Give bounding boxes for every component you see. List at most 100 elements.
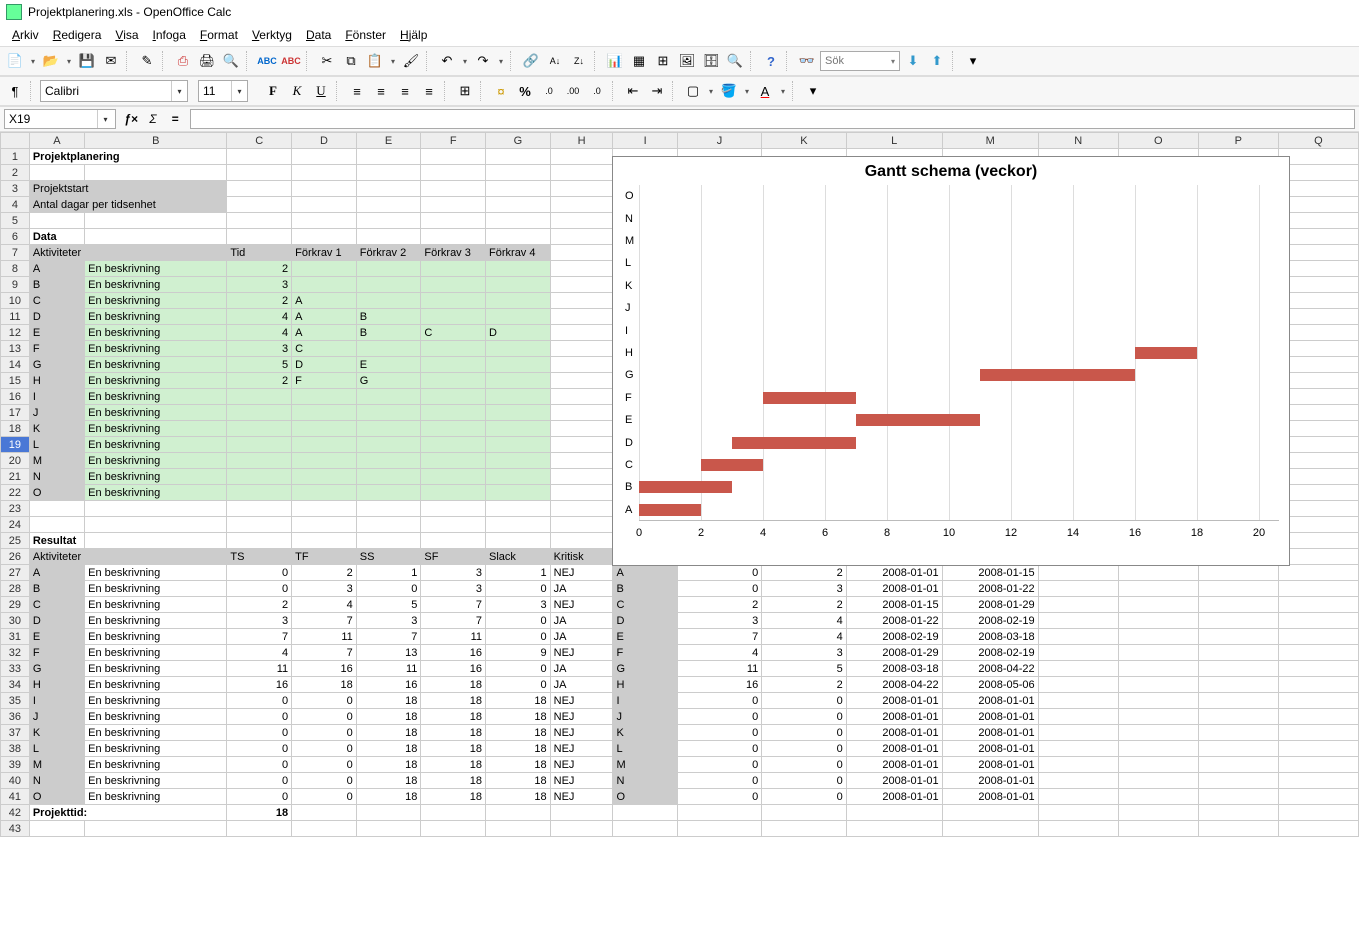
cell[interactable] — [1278, 437, 1358, 453]
cell[interactable] — [421, 501, 486, 517]
cell[interactable]: 2008-01-15 — [942, 565, 1038, 581]
cell[interactable]: 2008-01-22 — [942, 581, 1038, 597]
cell[interactable] — [486, 453, 551, 469]
cell[interactable] — [227, 821, 292, 837]
row-header-4[interactable]: 4 — [1, 197, 30, 213]
cell[interactable]: 18 — [356, 693, 421, 709]
cell[interactable] — [421, 437, 486, 453]
auto-spellcheck-icon[interactable]: ABC — [280, 50, 302, 72]
cell[interactable]: I — [613, 693, 677, 709]
cell[interactable]: Antal dagar per tidsenhet — [29, 197, 227, 213]
bold-icon[interactable]: F — [262, 80, 284, 102]
cell[interactable] — [550, 421, 613, 437]
cell[interactable] — [421, 165, 486, 181]
italic-icon[interactable]: K — [286, 80, 308, 102]
cell[interactable]: 18 — [356, 789, 421, 805]
cell[interactable]: 2008-01-01 — [942, 693, 1038, 709]
fontcolor-dropdown[interactable]: ▾ — [778, 80, 788, 102]
cell[interactable] — [1278, 325, 1358, 341]
cell[interactable]: 0 — [486, 581, 551, 597]
cell[interactable]: 0 — [762, 693, 846, 709]
cell[interactable]: En beskrivning — [85, 389, 227, 405]
cell[interactable]: 3 — [421, 581, 486, 597]
cell[interactable] — [1278, 629, 1358, 645]
cell[interactable]: JA — [550, 613, 613, 629]
cell[interactable]: 5 — [356, 597, 421, 613]
cell[interactable] — [421, 149, 486, 165]
cell[interactable]: 0 — [292, 773, 357, 789]
add-decimal-icon[interactable]: .00 — [562, 80, 584, 102]
cell[interactable] — [1278, 693, 1358, 709]
cell[interactable]: 18 — [486, 709, 551, 725]
cell[interactable] — [1118, 645, 1198, 661]
cell[interactable]: 0 — [292, 725, 357, 741]
cell[interactable] — [613, 805, 677, 821]
cell[interactable]: 0 — [677, 709, 761, 725]
cell[interactable]: F — [29, 341, 84, 357]
open-icon[interactable]: 📂 — [40, 50, 62, 72]
cell[interactable] — [486, 293, 551, 309]
cell[interactable]: 0 — [227, 709, 292, 725]
remove-decimal-icon[interactable]: .0 — [586, 80, 608, 102]
cell[interactable]: L — [613, 741, 677, 757]
row-header-19[interactable]: 19 — [1, 437, 30, 453]
cell[interactable] — [1278, 725, 1358, 741]
cell[interactable] — [421, 341, 486, 357]
cell[interactable]: 2008-01-01 — [942, 789, 1038, 805]
cell[interactable] — [1118, 741, 1198, 757]
cell[interactable]: 18 — [421, 693, 486, 709]
cell[interactable]: 16 — [356, 677, 421, 693]
cell[interactable] — [1198, 661, 1278, 677]
email-icon[interactable]: ✉ — [100, 50, 122, 72]
row-header-35[interactable]: 35 — [1, 693, 30, 709]
cell[interactable]: En beskrivning — [85, 357, 227, 373]
cell[interactable]: 11 — [292, 629, 357, 645]
cell[interactable] — [1118, 661, 1198, 677]
cell[interactable] — [421, 229, 486, 245]
cell[interactable] — [486, 197, 551, 213]
cell[interactable]: 3 — [677, 613, 761, 629]
cell[interactable] — [846, 805, 942, 821]
cell[interactable] — [550, 485, 613, 501]
cell[interactable]: 4 — [292, 597, 357, 613]
cell[interactable] — [356, 341, 421, 357]
cell[interactable] — [1278, 373, 1358, 389]
cell[interactable]: 18 — [356, 757, 421, 773]
menu-data[interactable]: Data — [300, 26, 337, 44]
cell[interactable]: En beskrivning — [85, 789, 227, 805]
cell[interactable] — [85, 517, 227, 533]
zoom-icon[interactable]: 🔍 — [724, 50, 746, 72]
col-header-I[interactable]: I — [613, 133, 677, 149]
cell[interactable] — [85, 245, 227, 261]
cell[interactable]: F — [613, 645, 677, 661]
cell[interactable] — [486, 277, 551, 293]
cell[interactable] — [227, 517, 292, 533]
cell[interactable] — [421, 821, 486, 837]
cell[interactable]: 3 — [227, 341, 292, 357]
row-header-29[interactable]: 29 — [1, 597, 30, 613]
cell[interactable]: 0 — [292, 693, 357, 709]
cell[interactable] — [1038, 821, 1118, 837]
cell[interactable]: En beskrivning — [85, 741, 227, 757]
cell[interactable]: SS — [356, 549, 421, 565]
cell[interactable]: 4 — [227, 325, 292, 341]
cell[interactable] — [486, 517, 551, 533]
col-header-M[interactable]: M — [942, 133, 1038, 149]
row-header-37[interactable]: 37 — [1, 725, 30, 741]
cell[interactable] — [550, 533, 613, 549]
cell[interactable]: Aktiviteter — [29, 549, 84, 565]
cell[interactable]: 2 — [227, 261, 292, 277]
cell[interactable] — [1278, 213, 1358, 229]
cell[interactable]: 2008-03-18 — [846, 661, 942, 677]
spellcheck-icon[interactable]: ABC — [256, 50, 278, 72]
cell[interactable]: B — [613, 581, 677, 597]
cell[interactable] — [942, 805, 1038, 821]
cell[interactable] — [1198, 677, 1278, 693]
cell[interactable] — [942, 821, 1038, 837]
number-format-icon[interactable]: .0 — [538, 80, 560, 102]
align-center-icon[interactable]: ≡ — [370, 80, 392, 102]
cell[interactable] — [1278, 181, 1358, 197]
search-input[interactable]: Sök▾ — [820, 51, 900, 71]
cell[interactable] — [85, 165, 227, 181]
cell[interactable]: 3 — [356, 613, 421, 629]
